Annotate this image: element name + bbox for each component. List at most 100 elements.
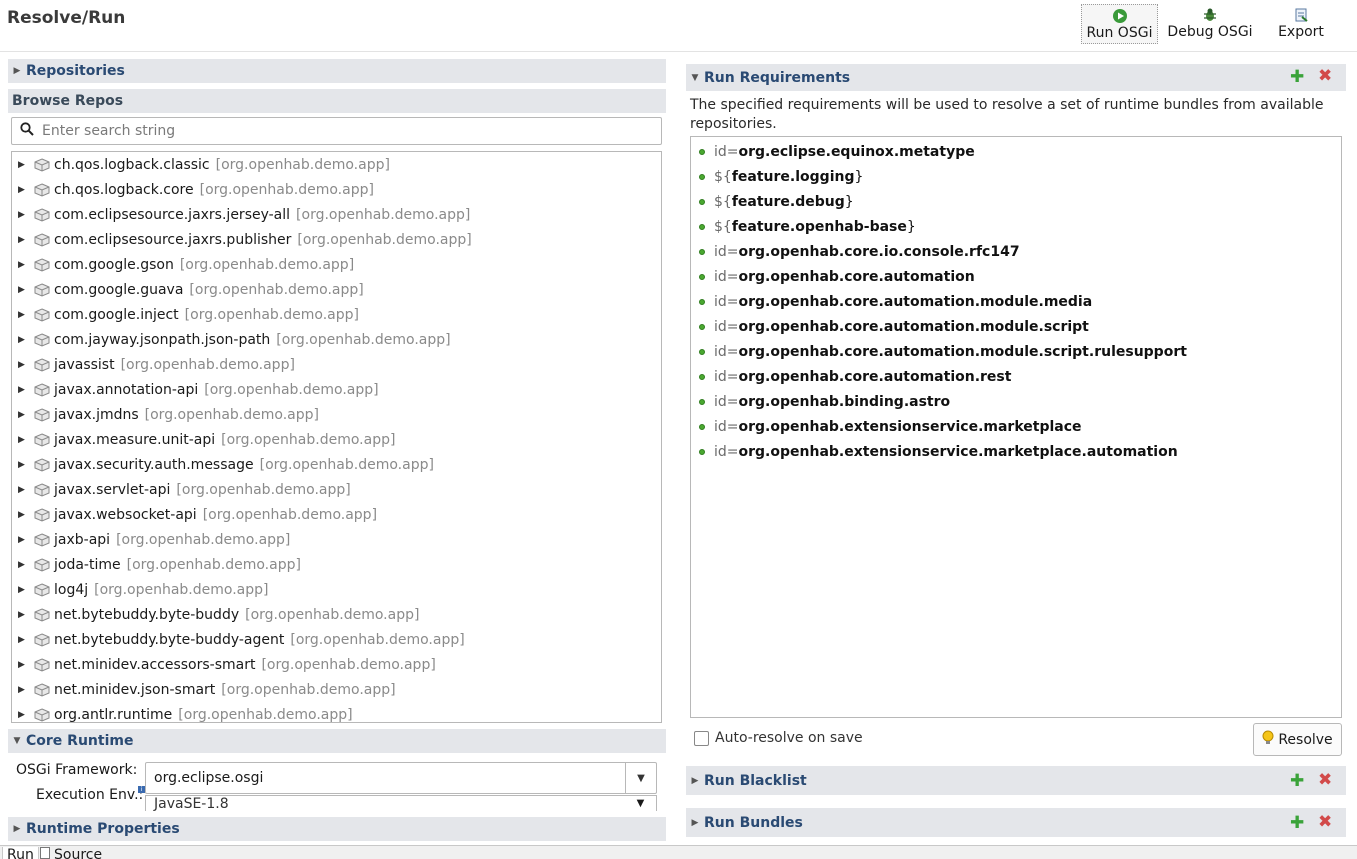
requirement-row[interactable]: id= org.openhab.extensionservice.marketpl… (691, 414, 1341, 439)
tab-source[interactable]: Source (36, 847, 106, 859)
repo-bundle-row[interactable]: ▶ net.bytebuddy.byte-buddy-agent [org.open… (12, 627, 661, 652)
requirement-row[interactable]: id= org.eclipse.equinox.metatype (691, 139, 1341, 164)
repo-bundle-row[interactable]: ▶ com.google.guava [org.openhab.demo.app] (12, 277, 661, 302)
collapsed-arrow-icon[interactable]: ▶ (18, 360, 32, 370)
requirement-row[interactable]: id= org.openhab.core.automation.rest (691, 364, 1341, 389)
requirement-prefix: id= (714, 343, 739, 360)
auto-resolve-checkbox[interactable] (694, 730, 709, 746)
repo-bundle-row[interactable]: ▶ net.minidev.accessors-smart [org.openhab… (12, 652, 661, 677)
repo-bundle-row[interactable]: ▶ javax.measure.unit-api [org.openhab.demo… (12, 427, 661, 452)
collapsed-arrow-icon[interactable]: ▶ (18, 310, 32, 320)
collapsed-arrow-icon[interactable]: ▶ (18, 660, 32, 670)
bundle-icon (34, 282, 50, 297)
collapsed-arrow-icon[interactable]: ▶ (18, 585, 32, 595)
core-runtime-section-header[interactable]: ▼ Core Runtime (8, 729, 666, 753)
add-requirement-icon[interactable]: ✚ (1290, 69, 1304, 86)
repo-bundle-row[interactable]: ▶ com.jayway.jsonpath.json-path [org.openh… (12, 327, 661, 352)
auto-resolve-row[interactable]: Auto-resolve on save (694, 730, 863, 746)
requirement-row[interactable]: id= org.openhab.core.automation.module.me… (691, 289, 1341, 314)
collapsed-arrow-icon[interactable]: ▶ (18, 185, 32, 195)
collapsed-arrow-icon[interactable]: ▶ (18, 560, 32, 570)
repo-search-input[interactable] (42, 123, 622, 139)
remove-requirement-icon[interactable]: ✖ (1318, 68, 1332, 85)
requirement-row[interactable]: ${feature.openhab-base} (691, 214, 1341, 239)
tab-run[interactable]: Run (2, 847, 39, 859)
collapsed-arrow-icon[interactable]: ▶ (18, 685, 32, 695)
requirement-row[interactable]: ${feature.logging} (691, 164, 1341, 189)
repo-bundle-row[interactable]: ▶ javax.security.auth.message [org.openhab… (12, 452, 661, 477)
bundle-icon (34, 207, 50, 222)
remove-bundle-icon[interactable]: ✖ (1318, 814, 1332, 831)
requirement-row[interactable]: id= org.openhab.core.automation.module.sc… (691, 339, 1341, 364)
collapsed-arrow-icon[interactable]: ▶ (18, 285, 32, 295)
export-button[interactable]: Export (1272, 4, 1330, 44)
repo-bundle-row[interactable]: ▶ org.antlr.runtime [org.openhab.demo.app] (12, 702, 661, 723)
run-requirements-section-header[interactable]: ▼ Run Requirements (686, 64, 1346, 91)
collapsed-arrow-icon[interactable]: ▶ (18, 510, 32, 520)
bundle-icon (34, 557, 50, 572)
run-blacklist-section-header[interactable]: ▶ Run Blacklist (686, 766, 1346, 795)
collapsed-arrow-icon[interactable]: ▶ (18, 635, 32, 645)
collapsed-arrow-icon[interactable]: ▶ (18, 460, 32, 470)
repo-bundle-row[interactable]: ▶ jaxb-api [org.openhab.demo.app] (12, 527, 661, 552)
repo-bundle-row[interactable]: ▶ javassist [org.openhab.demo.app] (12, 352, 661, 377)
requirement-row[interactable]: id= org.openhab.extensionservice.marketpl… (691, 439, 1341, 464)
collapsed-arrow-icon[interactable]: ▶ (18, 410, 32, 420)
debug-osgi-button[interactable]: Debug OSGi (1166, 4, 1254, 44)
run-requirements-list[interactable]: id= org.eclipse.equinox.metatype ${feature… (690, 136, 1342, 718)
browse-repos-header: Browse Repos (8, 89, 666, 113)
add-blacklist-icon[interactable]: ✚ (1290, 773, 1304, 790)
run-osgi-button[interactable]: Run OSGi (1081, 4, 1158, 44)
requirement-row[interactable]: id= org.openhab.core.io.console.rfc147 (691, 239, 1341, 264)
collapsed-arrow-icon[interactable]: ▶ (18, 535, 32, 545)
repositories-section-header[interactable]: ▶ Repositories (8, 59, 666, 83)
repo-bundle-row[interactable]: ▶ joda-time [org.openhab.demo.app] (12, 552, 661, 577)
requirement-row[interactable]: id= org.openhab.core.automation.module.sc… (691, 314, 1341, 339)
repo-search-box[interactable] (11, 117, 662, 145)
export-icon (1293, 6, 1309, 24)
repo-bundle-row[interactable]: ▶ net.bytebuddy.byte-buddy [org.openhab.de… (12, 602, 661, 627)
collapsed-arrow-icon[interactable]: ▶ (18, 210, 32, 220)
remove-blacklist-icon[interactable]: ✖ (1318, 772, 1332, 789)
repo-bundle-row[interactable]: ▶ javax.annotation-api [org.openhab.demo.a… (12, 377, 661, 402)
collapsed-arrow-icon[interactable]: ▶ (18, 160, 32, 170)
repo-bundle-tree[interactable]: ▶ ch.qos.logback.classic [org.openhab.demo… (11, 151, 662, 723)
requirement-prefix: ${ (714, 218, 732, 235)
repo-bundle-row[interactable]: ▶ net.minidev.json-smart [org.openhab.demo… (12, 677, 661, 702)
collapsed-arrow-icon[interactable]: ▶ (18, 435, 32, 445)
requirement-suffix: } (906, 218, 916, 235)
execution-env-value: JavaSE-1.8 (154, 795, 229, 812)
collapsed-arrow-icon[interactable]: ▶ (18, 260, 32, 270)
bundle-name: joda-time (54, 556, 121, 573)
bundle-icon (34, 532, 50, 547)
resolve-button[interactable]: Resolve (1253, 723, 1342, 756)
repo-bundle-row[interactable]: ▶ log4j [org.openhab.demo.app] (12, 577, 661, 602)
repo-bundle-row[interactable]: ▶ ch.qos.logback.core [org.openhab.demo.ap… (12, 177, 661, 202)
execution-env-select[interactable]: JavaSE-1.8 ▼ (145, 795, 657, 812)
requirement-row[interactable]: ${feature.debug} (691, 189, 1341, 214)
bundle-source: [org.openhab.demo.app] (297, 231, 472, 248)
repo-bundle-row[interactable]: ▶ javax.jmdns [org.openhab.demo.app] (12, 402, 661, 427)
collapsed-arrow-icon[interactable]: ▶ (18, 385, 32, 395)
repo-bundle-row[interactable]: ▶ ch.qos.logback.classic [org.openhab.demo… (12, 152, 661, 177)
runtime-properties-section-header[interactable]: ▶ Runtime Properties (8, 817, 666, 841)
repo-bundle-row[interactable]: ▶ com.google.gson [org.openhab.demo.app] (12, 252, 661, 277)
requirement-bullet-icon (699, 448, 705, 455)
collapsed-arrow-icon[interactable]: ▶ (18, 335, 32, 345)
collapsed-arrow-icon[interactable]: ▶ (18, 710, 32, 720)
collapsed-arrow-icon[interactable]: ▶ (18, 485, 32, 495)
chevron-down-icon: ▼ (625, 763, 656, 793)
osgi-framework-select[interactable]: org.eclipse.osgi ▼ (145, 762, 657, 794)
repo-bundle-row[interactable]: ▶ javax.servlet-api [org.openhab.demo.app] (12, 477, 661, 502)
requirement-prefix: id= (714, 268, 739, 285)
repo-bundle-row[interactable]: ▶ com.eclipsesource.jaxrs.publisher [org.o… (12, 227, 661, 252)
collapsed-arrow-icon[interactable]: ▶ (18, 610, 32, 620)
repo-bundle-row[interactable]: ▶ com.eclipsesource.jaxrs.jersey-all [org.… (12, 202, 661, 227)
add-bundle-icon[interactable]: ✚ (1290, 815, 1304, 832)
run-bundles-section-header[interactable]: ▶ Run Bundles (686, 808, 1346, 837)
repo-bundle-row[interactable]: ▶ javax.websocket-api [org.openhab.demo.ap… (12, 502, 661, 527)
requirement-row[interactable]: id= org.openhab.binding.astro (691, 389, 1341, 414)
repo-bundle-row[interactable]: ▶ com.google.inject [org.openhab.demo.app] (12, 302, 661, 327)
requirement-row[interactable]: id= org.openhab.core.automation (691, 264, 1341, 289)
collapsed-arrow-icon[interactable]: ▶ (18, 235, 32, 245)
